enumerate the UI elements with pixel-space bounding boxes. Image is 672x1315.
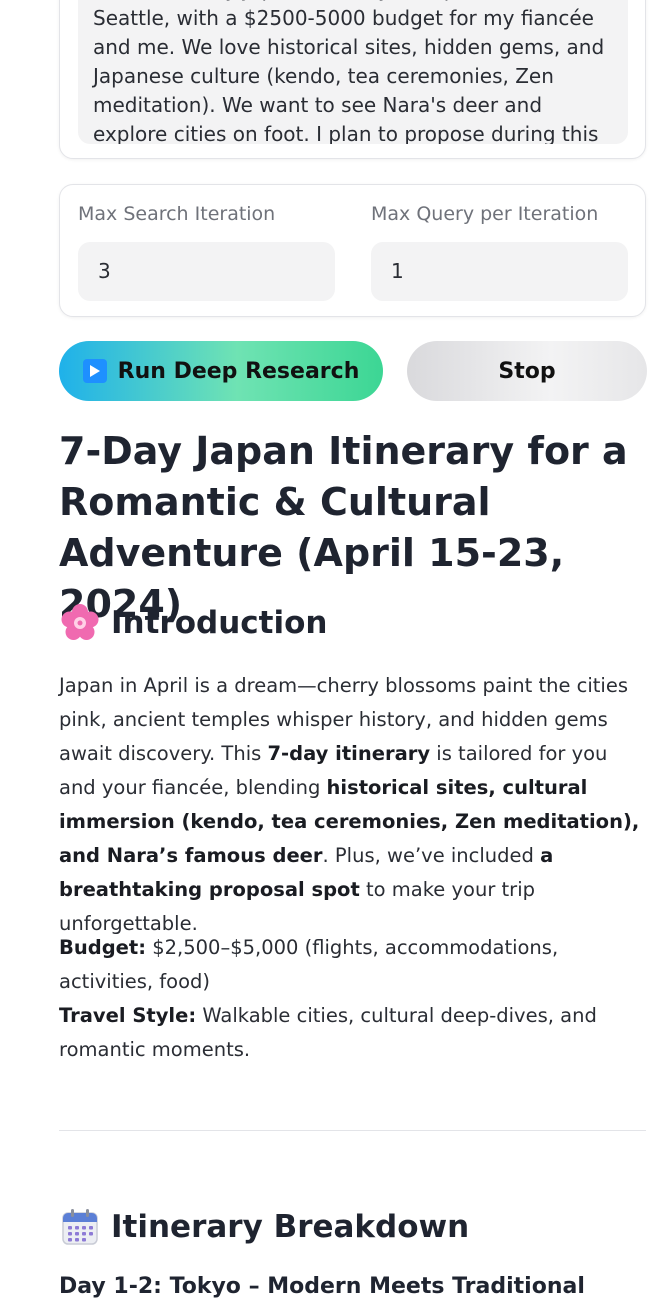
section-divider	[59, 1130, 646, 1131]
max-search-iteration-input[interactable]: 3	[78, 242, 335, 301]
intro-text-3: . Plus, we’ve included	[322, 844, 541, 867]
max-search-iteration-label: Max Search Iteration	[78, 203, 276, 225]
run-deep-research-button[interactable]: Run Deep Research	[59, 341, 383, 401]
cherry-blossom-icon	[59, 602, 101, 644]
travel-style-label: Travel Style:	[59, 1004, 197, 1027]
settings-card: Max Search Iteration 3 Max Query per Ite…	[59, 184, 646, 317]
budget-paragraph: Budget: $2,500–$5,000 (flights, accommod…	[59, 931, 645, 1067]
itinerary-breakdown-heading: Itinerary Breakdown	[59, 1204, 469, 1250]
intro-bold-1: 7-day itinerary	[267, 742, 431, 765]
day-1-2-heading: Day 1-2: Tokyo – Modern Meets Traditiona…	[59, 1274, 585, 1299]
max-query-per-iteration-label: Max Query per Iteration	[371, 203, 599, 225]
prompt-textarea[interactable]: I need a 7-day Japan itinerary for April…	[78, 0, 628, 144]
prompt-card: I need a 7-day Japan itinerary for April…	[59, 0, 646, 159]
budget-label: Budget:	[59, 936, 147, 959]
itinerary-breakdown-heading-text: Itinerary Breakdown	[111, 1209, 470, 1245]
calendar-icon	[59, 1206, 101, 1248]
stop-button[interactable]: Stop	[407, 341, 647, 401]
run-deep-research-label: Run Deep Research	[117, 358, 360, 384]
introduction-heading-text: Introduction	[111, 605, 328, 641]
introduction-paragraph: Japan in April is a dream—cherry blossom…	[59, 669, 645, 941]
play-button-icon	[82, 359, 107, 383]
max-query-per-iteration-input[interactable]: 1	[371, 242, 628, 301]
stop-label: Stop	[498, 358, 556, 384]
introduction-heading: Introduction	[59, 600, 327, 646]
